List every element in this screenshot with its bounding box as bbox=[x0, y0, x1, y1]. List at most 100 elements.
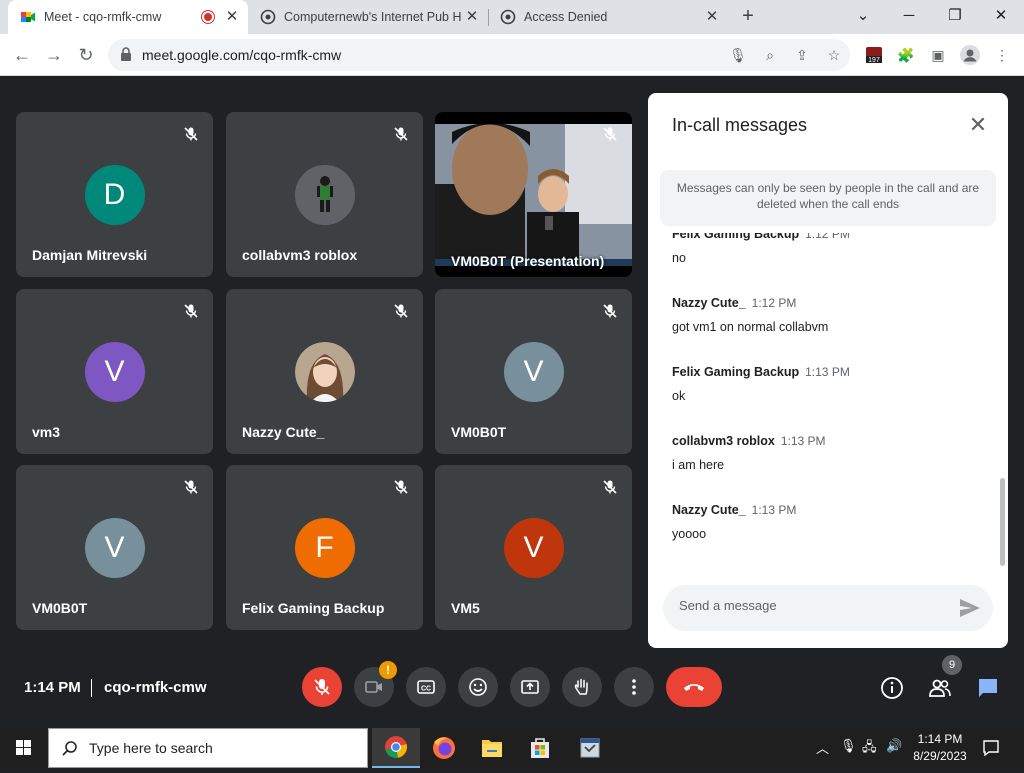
profile-photo-avatar bbox=[294, 341, 355, 402]
windows-start-icon[interactable] bbox=[0, 728, 48, 768]
new-tab-button[interactable]: + bbox=[738, 6, 758, 26]
reactions-button[interactable] bbox=[458, 667, 498, 707]
tab-access-denied[interactable]: Access Denied ✕ bbox=[488, 0, 728, 34]
forward-icon[interactable]: → bbox=[41, 42, 67, 68]
captions-button[interactable]: CC bbox=[406, 667, 446, 707]
extension-badge-icon[interactable]: 197 bbox=[864, 45, 884, 65]
message-sender: Felix Gaming Backup bbox=[672, 365, 800, 379]
present-screen-button[interactable] bbox=[510, 667, 550, 707]
volume-icon[interactable]: 🔊 bbox=[886, 738, 902, 754]
microphone-toggle-button[interactable] bbox=[302, 667, 342, 707]
message-text: got vm1 on normal collabvm bbox=[672, 320, 829, 334]
participant-tile[interactable]: Nazzy Cute_ bbox=[226, 289, 423, 454]
message-sender: collabvm3 roblox bbox=[672, 434, 775, 448]
muted-mic-icon bbox=[603, 127, 617, 141]
microphone-tray-icon[interactable]: 🎙 bbox=[840, 738, 857, 754]
meeting-details-icon[interactable] bbox=[880, 676, 904, 700]
avatar: V bbox=[84, 517, 145, 578]
people-icon[interactable] bbox=[928, 676, 952, 700]
participant-name: Damjan Mitrevski bbox=[32, 247, 148, 263]
show-hidden-icons-chevron-icon[interactable]: ︿ bbox=[816, 738, 829, 757]
muted-mic-icon bbox=[394, 480, 408, 494]
presentation-tile[interactable]: VM0B0T (Presentation) bbox=[435, 112, 632, 277]
taskbar-search-box[interactable]: Type here to search bbox=[48, 728, 368, 768]
participant-tile[interactable]: F Felix Gaming Backup bbox=[226, 465, 423, 630]
presentation-video bbox=[435, 124, 632, 266]
app-window-icon bbox=[580, 738, 600, 758]
raise-hand-button[interactable] bbox=[562, 667, 602, 707]
raise-hand-icon bbox=[574, 678, 588, 695]
microphone-icon[interactable]: 🎙 bbox=[728, 45, 748, 65]
camera-off-icon bbox=[365, 681, 382, 693]
reload-icon[interactable]: ↻ bbox=[73, 42, 99, 68]
svg-text:CC: CC bbox=[421, 686, 431, 693]
tab-title: Meet - cqo-rmfk-cmw bbox=[44, 10, 162, 24]
participant-name: Nazzy Cute_ bbox=[242, 424, 325, 440]
close-icon[interactable]: ✕ bbox=[966, 113, 990, 137]
chat-message: Nazzy Cute_ 1:13 PM yoooo bbox=[672, 501, 972, 541]
share-icon[interactable]: ⇪ bbox=[792, 45, 812, 65]
close-tab-icon[interactable]: ✕ bbox=[222, 7, 242, 27]
notifications-icon[interactable] bbox=[982, 739, 1000, 757]
participant-tile[interactable]: V VM0B0T bbox=[16, 465, 213, 630]
window-app-taskbar-app[interactable] bbox=[566, 728, 614, 768]
search-icon bbox=[62, 741, 77, 756]
chat-icon[interactable] bbox=[976, 676, 1000, 700]
muted-mic-icon bbox=[603, 480, 617, 494]
more-options-button[interactable] bbox=[614, 667, 654, 707]
tab-search-chevron-icon[interactable]: ⌄ bbox=[840, 4, 886, 28]
muted-mic-icon bbox=[184, 304, 198, 318]
tab-meet[interactable]: Meet - cqo-rmfk-cmw ✕ bbox=[8, 0, 248, 34]
back-icon[interactable]: ← bbox=[9, 42, 35, 68]
folder-icon bbox=[482, 740, 502, 757]
participant-tile[interactable]: V VM0B0T bbox=[435, 289, 632, 454]
close-tab-icon[interactable]: ✕ bbox=[462, 7, 482, 27]
muted-mic-icon bbox=[603, 304, 617, 318]
message-sender: Nazzy Cute_ bbox=[672, 296, 746, 310]
network-icon[interactable]: 🖧 bbox=[862, 738, 877, 760]
firefox-taskbar-app[interactable] bbox=[420, 728, 468, 768]
message-time: 1:12 PM bbox=[805, 233, 850, 241]
message-text: ok bbox=[672, 389, 686, 403]
profile-avatar-icon[interactable] bbox=[960, 45, 980, 65]
participant-tile[interactable]: collabvm3 roblox bbox=[226, 112, 423, 277]
present-screen-icon bbox=[521, 680, 539, 694]
camera-toggle-button[interactable]: ! bbox=[354, 661, 397, 707]
file-explorer-taskbar-app[interactable] bbox=[468, 728, 516, 768]
bookmark-star-icon[interactable]: ☆ bbox=[824, 45, 844, 65]
participant-tile[interactable]: V VM5 bbox=[435, 465, 632, 630]
taskbar-clock[interactable]: 1:14 PM 8/29/2023 bbox=[912, 731, 968, 765]
participant-name: VM0B0T (Presentation) bbox=[451, 253, 605, 269]
firefox-icon bbox=[433, 737, 455, 759]
message-text: no bbox=[672, 251, 686, 265]
address-bar[interactable]: meet.google.com/cqo-rmfk-cmw 🎙 ⌕ ⇪ ☆ bbox=[108, 39, 850, 71]
muted-mic-icon bbox=[184, 127, 198, 141]
url-text: meet.google.com/cqo-rmfk-cmw bbox=[142, 47, 342, 63]
participant-tile[interactable]: V vm3 bbox=[16, 289, 213, 454]
side-panel-icon[interactable]: ▣ bbox=[928, 45, 948, 65]
minimize-window-button[interactable]: ─ bbox=[886, 4, 932, 28]
tab-title: Access Denied bbox=[524, 10, 608, 24]
participant-tile[interactable]: D Damjan Mitrevski bbox=[16, 112, 213, 277]
chat-scrollbar[interactable] bbox=[1000, 478, 1005, 566]
chrome-taskbar-app[interactable] bbox=[372, 728, 420, 768]
close-window-button[interactable]: ✕ bbox=[978, 4, 1024, 28]
store-taskbar-app[interactable] bbox=[516, 728, 564, 768]
microsoft-store-icon bbox=[531, 738, 549, 758]
participant-name: VM0B0T bbox=[32, 600, 88, 616]
send-icon[interactable] bbox=[959, 598, 981, 618]
message-list[interactable]: Felix Gaming Backup 1:12 PM no Nazzy Cute… bbox=[648, 233, 998, 573]
more-vert-icon bbox=[632, 679, 636, 695]
zoom-search-icon[interactable]: ⌕ bbox=[760, 45, 780, 65]
message-composer bbox=[663, 585, 993, 631]
tab-computernewb[interactable]: Computernewb's Internet Pub Hub ✕ bbox=[248, 0, 488, 34]
restore-window-button[interactable]: ❐ bbox=[932, 4, 978, 28]
extensions-puzzle-icon[interactable]: 🧩 bbox=[896, 45, 916, 65]
leave-call-button[interactable] bbox=[666, 667, 722, 707]
chrome-icon bbox=[385, 736, 408, 758]
send-message-input[interactable] bbox=[679, 598, 939, 613]
emoji-icon bbox=[469, 678, 487, 696]
chat-message: Felix Gaming Backup 1:12 PM no bbox=[672, 233, 972, 265]
close-tab-icon[interactable]: ✕ bbox=[702, 7, 722, 27]
chrome-menu-icon[interactable]: ⋮ bbox=[992, 45, 1012, 65]
